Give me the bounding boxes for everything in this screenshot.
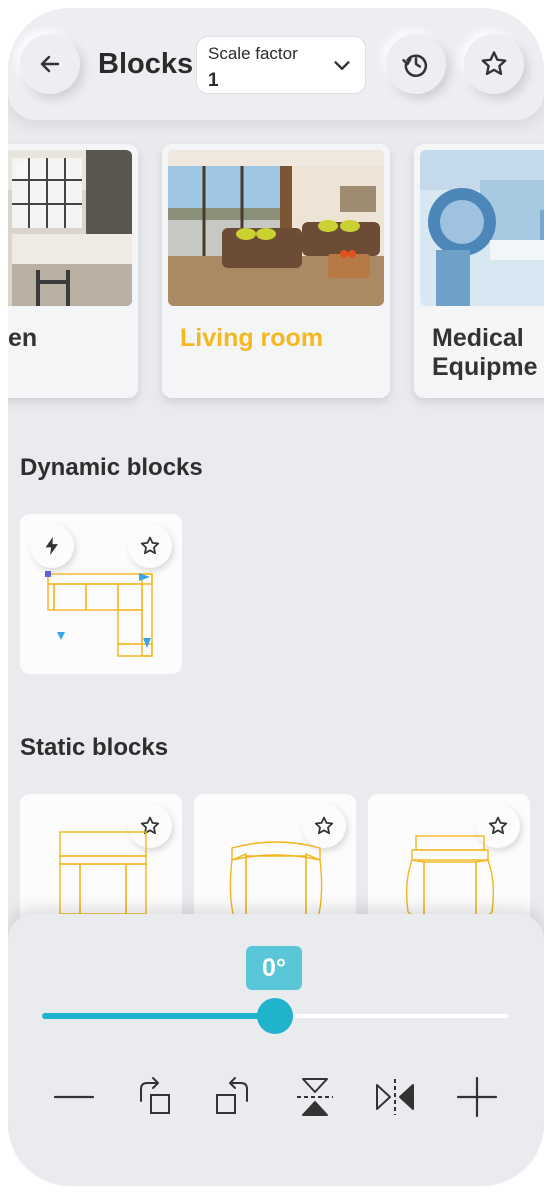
chevron-down-icon (334, 61, 350, 70)
header-bar: Blocks Scale factor 1 (8, 8, 544, 120)
rotate-right-icon (140, 1077, 170, 1114)
category-label-living-room: Living room (180, 324, 324, 352)
rotate-right-button[interactable] (130, 1072, 180, 1122)
dynamic-block-card[interactable] (20, 514, 182, 674)
category-card-living-room[interactable]: Living room (162, 144, 390, 398)
category-card-medical-equipment[interactable]: Medical Equipme (414, 144, 544, 398)
living-room-image (168, 150, 384, 306)
history-icon (402, 54, 428, 77)
dynamic-blocks-heading: Dynamic blocks (20, 454, 203, 481)
rotate-left-button[interactable] (208, 1072, 258, 1122)
zoom-in-button[interactable] (452, 1072, 502, 1122)
static-blocks-heading: Static blocks (20, 734, 169, 761)
kitchen-image (8, 150, 132, 306)
category-label-line2: Equipme (432, 353, 538, 381)
phone-screen: Blocks Scale factor 1 en Living room Med… (8, 8, 544, 1186)
scale-factor-select[interactable]: Scale factor 1 (196, 36, 366, 94)
category-label-medical-equipment: Medical Equipme (432, 324, 538, 382)
rotate-left-icon (216, 1077, 248, 1114)
medical-equipment-image (420, 150, 544, 306)
back-arrow-icon (40, 55, 60, 73)
favorite-button[interactable] (464, 34, 524, 94)
dynamic-favorite-button[interactable] (128, 524, 172, 568)
l-shaped-sofa-drawing (45, 571, 153, 657)
rotation-slider-thumb[interactable] (257, 998, 293, 1034)
dynamic-lightning-button[interactable] (30, 524, 74, 568)
category-label-kitchen: en (8, 324, 38, 352)
armchair-drawing (405, 835, 495, 918)
category-card-kitchen[interactable]: en (8, 144, 138, 398)
rotation-slider-fill (42, 1013, 275, 1019)
minus-icon (53, 1095, 95, 1099)
transform-panel: 0° (8, 914, 544, 1186)
back-button[interactable] (20, 34, 80, 94)
star-icon (481, 51, 507, 76)
armchair-drawing (229, 841, 323, 919)
flip-vertical-button[interactable] (290, 1072, 340, 1122)
flip-horizontal-button[interactable] (370, 1072, 420, 1122)
plus-icon (456, 1076, 498, 1118)
category-label-line1: Medical (432, 324, 524, 352)
flip-vertical-icon (297, 1078, 333, 1116)
scale-factor-value: 1 (208, 70, 219, 91)
zoom-out-button[interactable] (49, 1072, 99, 1122)
page-title: Blocks (98, 48, 194, 80)
category-carousel[interactable]: en Living room Medical Equipme (8, 130, 544, 420)
history-button[interactable] (386, 34, 446, 94)
flip-horizontal-icon (376, 1079, 414, 1115)
star-icon (140, 536, 160, 555)
scale-factor-label: Scale factor (208, 44, 298, 63)
armchair-drawing (59, 831, 147, 915)
rotation-value-badge: 0° (246, 946, 302, 990)
lightning-icon (45, 536, 58, 556)
